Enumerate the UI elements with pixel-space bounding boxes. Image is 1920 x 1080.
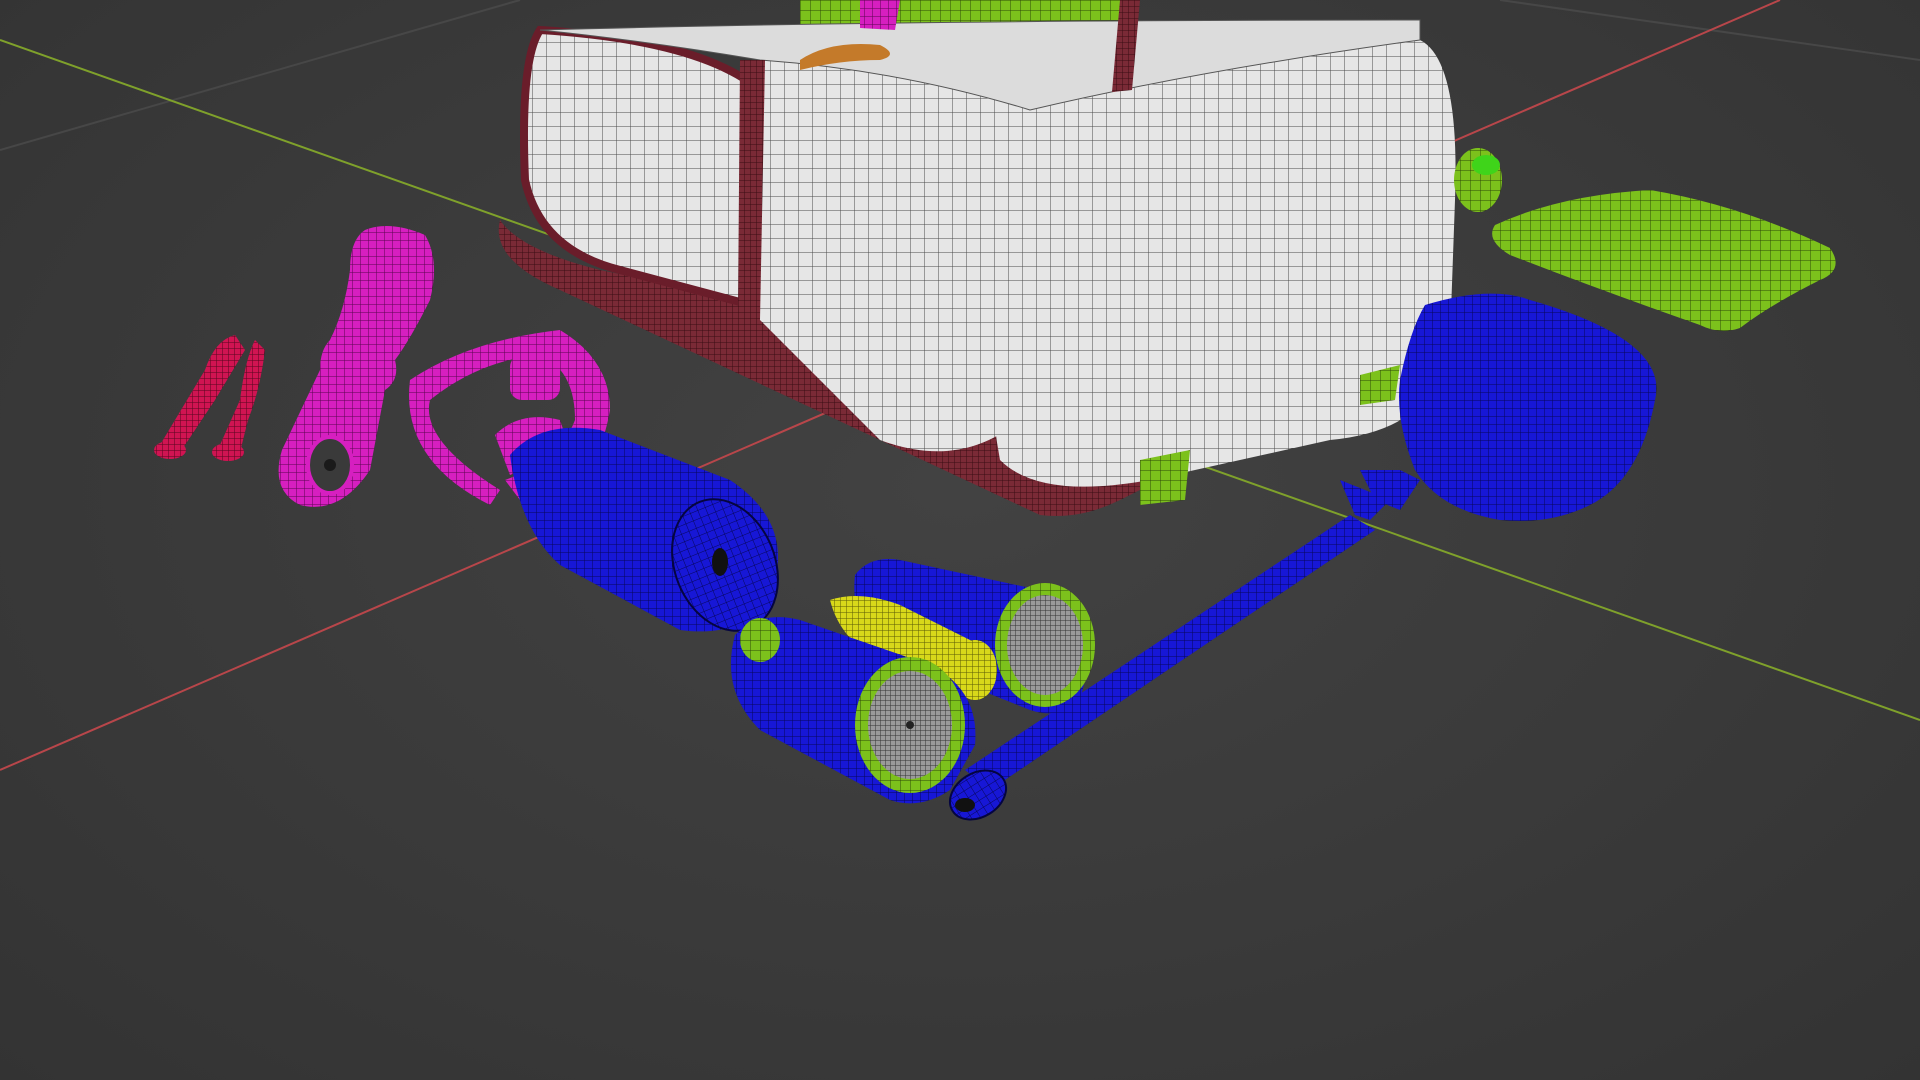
flashlight-model[interactable]: [278, 226, 434, 507]
canteen-cap[interactable]: [1454, 148, 1502, 212]
pliers-model[interactable]: [154, 335, 265, 461]
viewport-canvas[interactable]: [0, 0, 1920, 1080]
binoculars-model[interactable]: [730, 559, 1095, 804]
water-bottle-model[interactable]: [409, 330, 797, 647]
backpack-model[interactable]: [498, 0, 1456, 516]
3d-viewport[interactable]: [0, 0, 1920, 1080]
